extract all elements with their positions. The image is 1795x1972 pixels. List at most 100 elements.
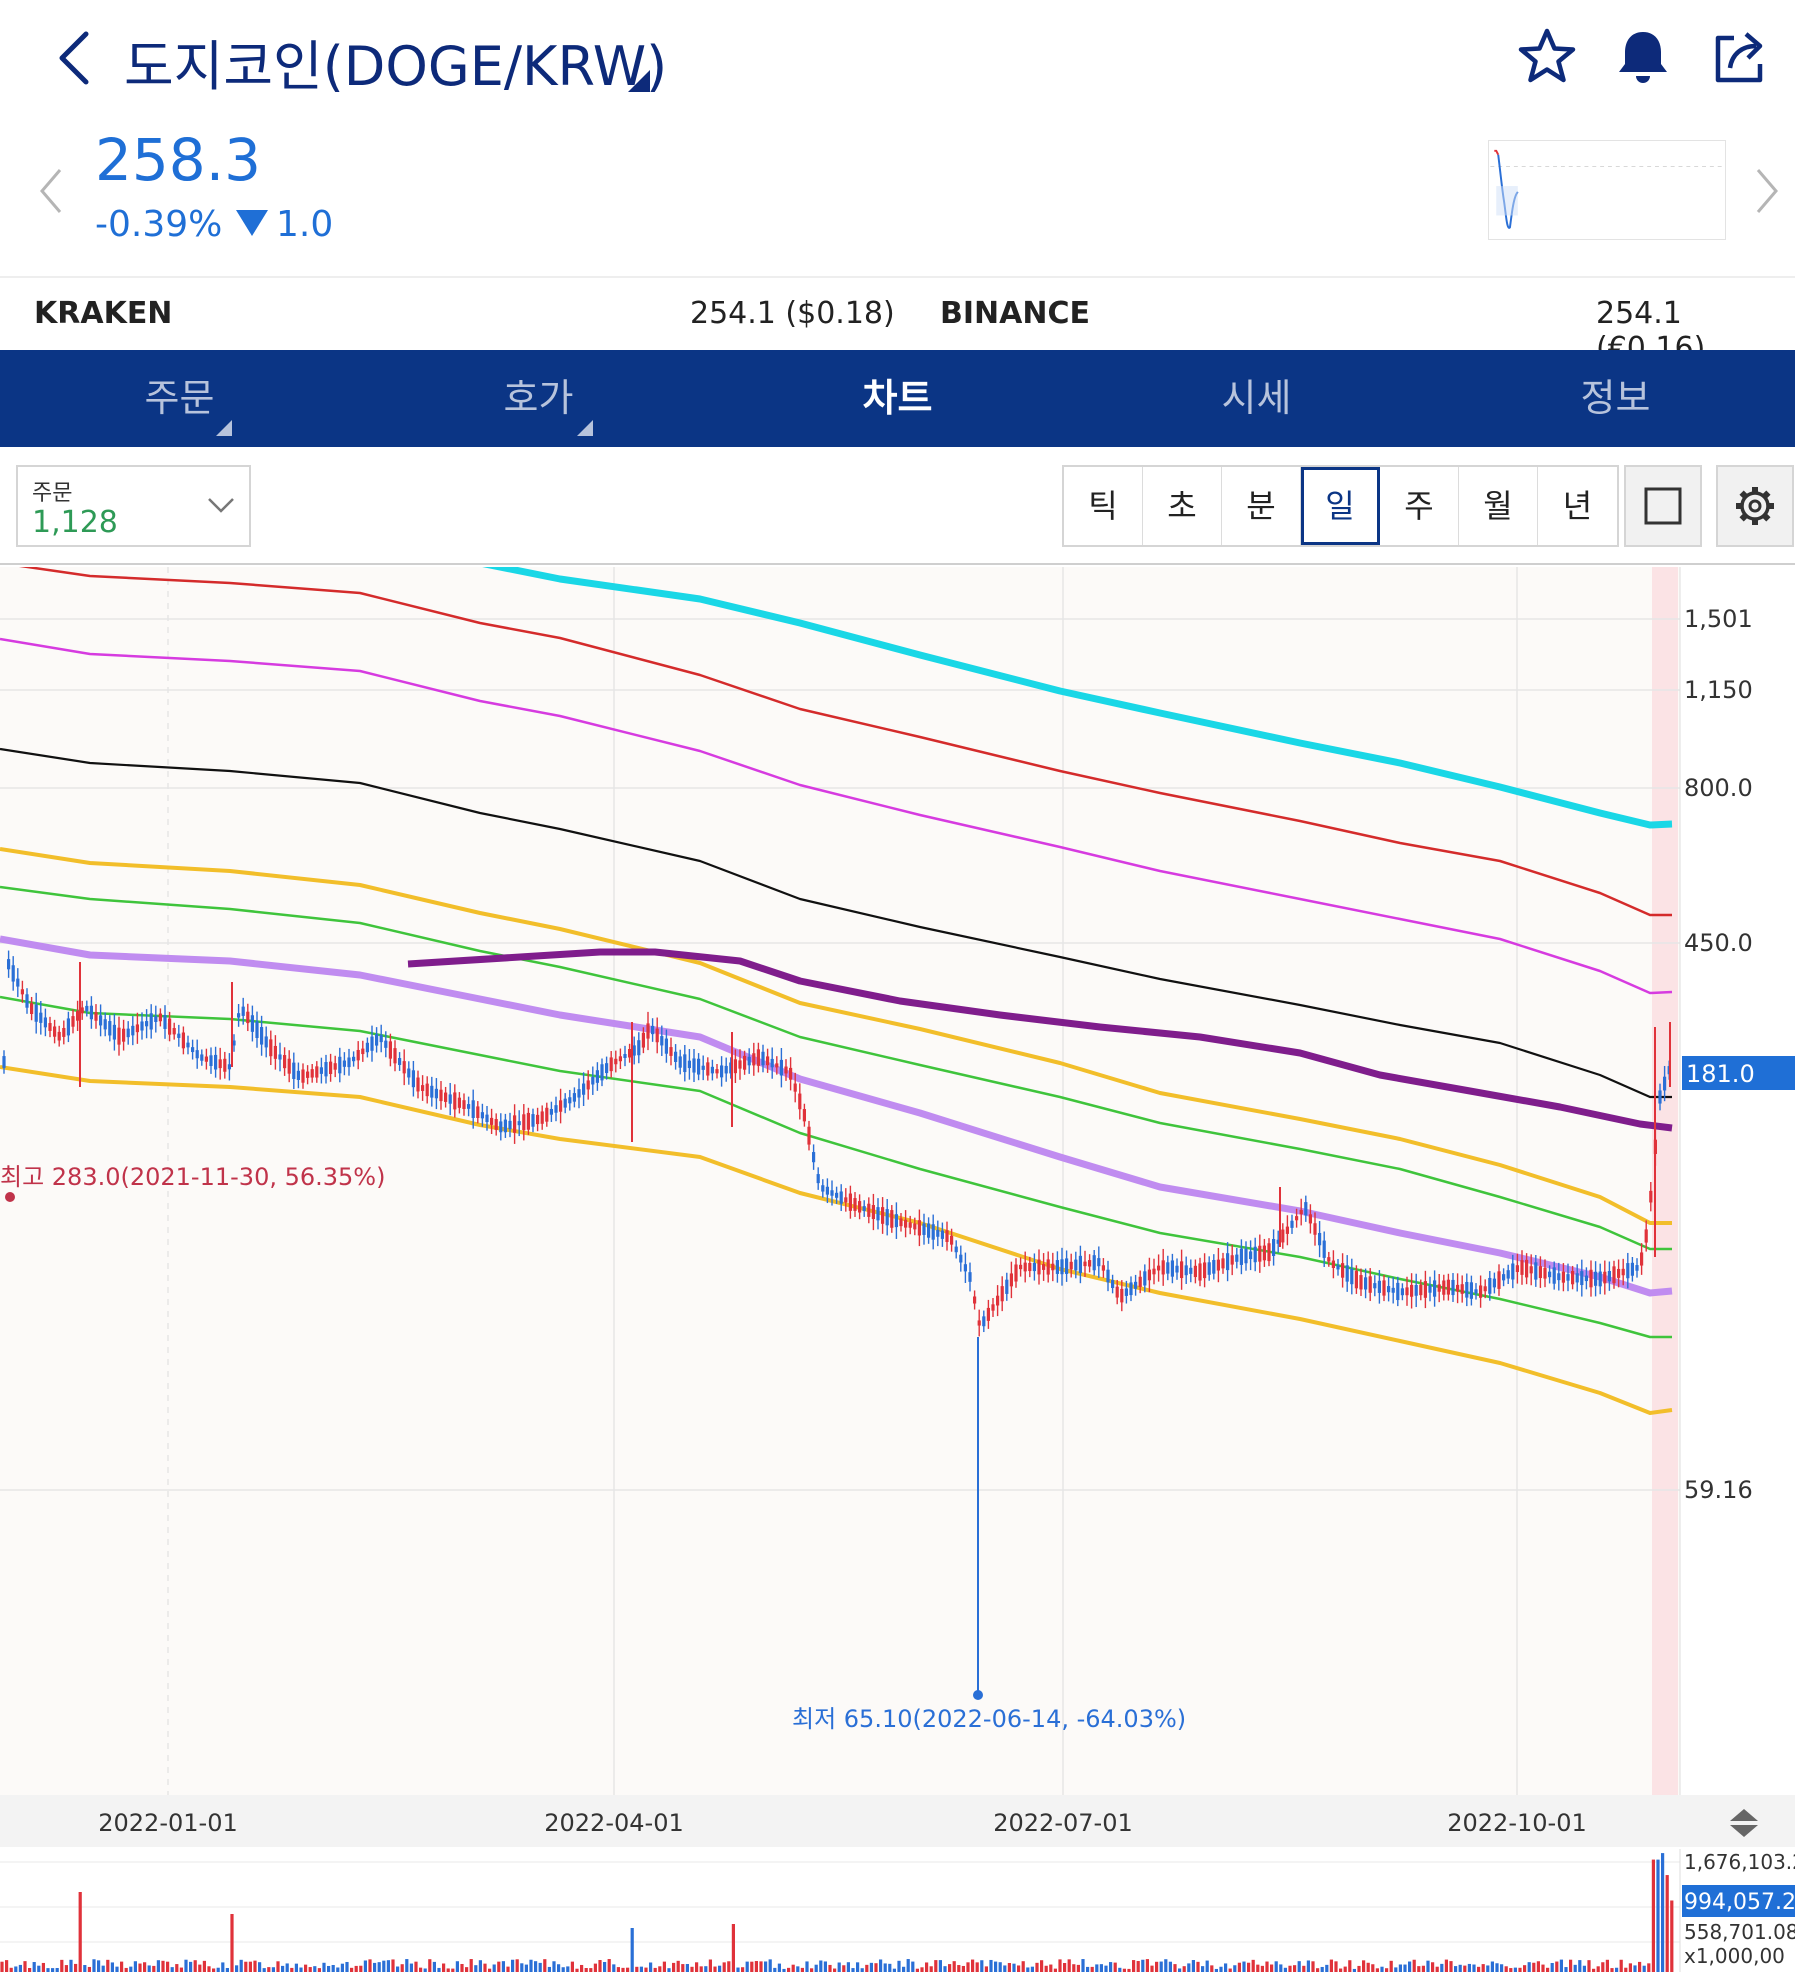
- price-chart[interactable]: 최고 283.0(2021-11-30, 56.35%) 최저 65.10(20…: [0, 499, 1795, 1972]
- tab-orderbook-caret-icon: [577, 420, 593, 436]
- candle-body: [1216, 1259, 1220, 1271]
- period-tick-button[interactable]: 틱: [1064, 467, 1143, 545]
- share-icon[interactable]: [1708, 26, 1770, 88]
- tab-orderbook[interactable]: 호가: [359, 350, 718, 447]
- candle-body: [1322, 1240, 1326, 1258]
- candle-body: [1557, 1273, 1561, 1281]
- candle-body: [945, 1230, 949, 1242]
- candle-body: [1046, 1259, 1050, 1275]
- candle-body: [1433, 1280, 1437, 1297]
- tab-market-price[interactable]: 시세: [1077, 350, 1436, 447]
- volume-bar: [1196, 1961, 1200, 1972]
- candle-body: [1304, 1202, 1308, 1216]
- coin-title[interactable]: 도지코인(DOGE/KRW): [124, 22, 667, 101]
- volume-bar: [0, 1961, 4, 1972]
- volume-bar: [51, 1968, 55, 1972]
- star-icon[interactable]: [1516, 26, 1578, 88]
- volume-bar: [1219, 1966, 1223, 1972]
- volume-bar: [1495, 1963, 1499, 1972]
- volume-bar: [1109, 1962, 1113, 1972]
- volume-bar: [759, 1961, 763, 1972]
- candle-body: [1410, 1284, 1414, 1297]
- volume-bar: [1164, 1959, 1168, 1972]
- candle-body: [1313, 1223, 1317, 1235]
- candle-body: [991, 1304, 995, 1311]
- candle-body: [2, 1056, 6, 1068]
- volume-bar: [1642, 1965, 1646, 1972]
- candle-body: [108, 1021, 112, 1036]
- candle-body: [1281, 1229, 1285, 1243]
- volume-bar: [1385, 1968, 1389, 1972]
- volume-bar: [1311, 1961, 1315, 1972]
- candle-body: [1663, 1076, 1667, 1091]
- title-dropdown-caret-icon[interactable]: [628, 70, 650, 92]
- candle-body: [1396, 1282, 1400, 1301]
- tab-info[interactable]: 정보: [1436, 350, 1795, 447]
- volume-bar: [616, 1967, 620, 1972]
- volume-bar: [731, 1924, 735, 1972]
- candle-body: [370, 1036, 374, 1051]
- volume-bar: [1454, 1966, 1458, 1972]
- volume-bar: [129, 1966, 133, 1972]
- period-year-button[interactable]: 년: [1538, 467, 1617, 545]
- period-month-button[interactable]: 월: [1459, 467, 1538, 545]
- period-second-button[interactable]: 초: [1143, 467, 1222, 545]
- volume-bar: [1205, 1960, 1209, 1972]
- back-arrow-icon[interactable]: [52, 28, 100, 88]
- period-minute-button[interactable]: 분: [1222, 467, 1301, 545]
- draw-box-button[interactable]: [1624, 465, 1702, 547]
- period-day-button[interactable]: 일: [1301, 467, 1380, 545]
- candle-body: [678, 1056, 682, 1068]
- volume-tick-label: 1,676,103.25: [1684, 1850, 1795, 1874]
- volume-bar: [612, 1964, 616, 1972]
- candle-body: [1290, 1220, 1294, 1228]
- period-selector: 틱 초 분 일 주 월 년: [1062, 465, 1619, 547]
- order-quantity-dropdown[interactable]: 주문 1,128: [16, 465, 251, 547]
- tab-order[interactable]: 주문: [0, 350, 359, 447]
- volume-bar: [469, 1959, 473, 1972]
- bell-icon[interactable]: [1612, 26, 1674, 88]
- volume-bar: [971, 1959, 975, 1972]
- candle-body: [821, 1185, 825, 1192]
- candle-body: [738, 1060, 742, 1069]
- exchange-value-kraken: 254.1 ($0.18): [690, 296, 895, 331]
- next-coin-chevron-icon[interactable]: [1752, 166, 1782, 216]
- candle-body: [701, 1065, 705, 1070]
- volume-bar: [1113, 1962, 1117, 1972]
- candle-body: [1184, 1265, 1188, 1276]
- volume-bar: [1021, 1961, 1025, 1972]
- chart-settings-button[interactable]: [1716, 465, 1794, 547]
- period-week-button[interactable]: 주: [1380, 467, 1459, 545]
- tab-chart[interactable]: 차트: [718, 350, 1077, 447]
- volume-bar: [727, 1961, 731, 1972]
- candle-body: [1143, 1271, 1147, 1286]
- volume-bar: [1067, 1959, 1071, 1972]
- candle-body: [871, 1205, 875, 1220]
- volume-bar: [1357, 1965, 1361, 1972]
- volume-bar: [718, 1965, 722, 1972]
- volume-bar: [1665, 1875, 1669, 1972]
- volume-bar: [883, 1963, 887, 1972]
- candle-body: [568, 1097, 572, 1104]
- volume-bar: [561, 1967, 565, 1972]
- prev-coin-chevron-icon[interactable]: [36, 166, 66, 216]
- candle-body: [48, 1023, 52, 1031]
- volume-bar: [1155, 1961, 1159, 1972]
- volume-bar: [570, 1961, 574, 1972]
- candle-body: [982, 1316, 986, 1327]
- volume-bar: [1090, 1966, 1094, 1972]
- candle-body: [7, 959, 11, 970]
- volume-bar: [60, 1959, 64, 1972]
- candle-body: [168, 1018, 172, 1035]
- candle-body: [89, 1005, 93, 1020]
- candle-body: [1189, 1267, 1193, 1274]
- candle-body: [1442, 1280, 1446, 1295]
- volume-bar: [138, 1963, 142, 1972]
- candle-body: [1157, 1265, 1161, 1271]
- candle-body: [71, 1016, 75, 1027]
- volume-bar: [143, 1962, 147, 1972]
- candle-body: [1520, 1260, 1524, 1275]
- volume-bar: [1279, 1964, 1283, 1972]
- candle-body: [922, 1223, 926, 1235]
- volume-bar: [308, 1967, 312, 1972]
